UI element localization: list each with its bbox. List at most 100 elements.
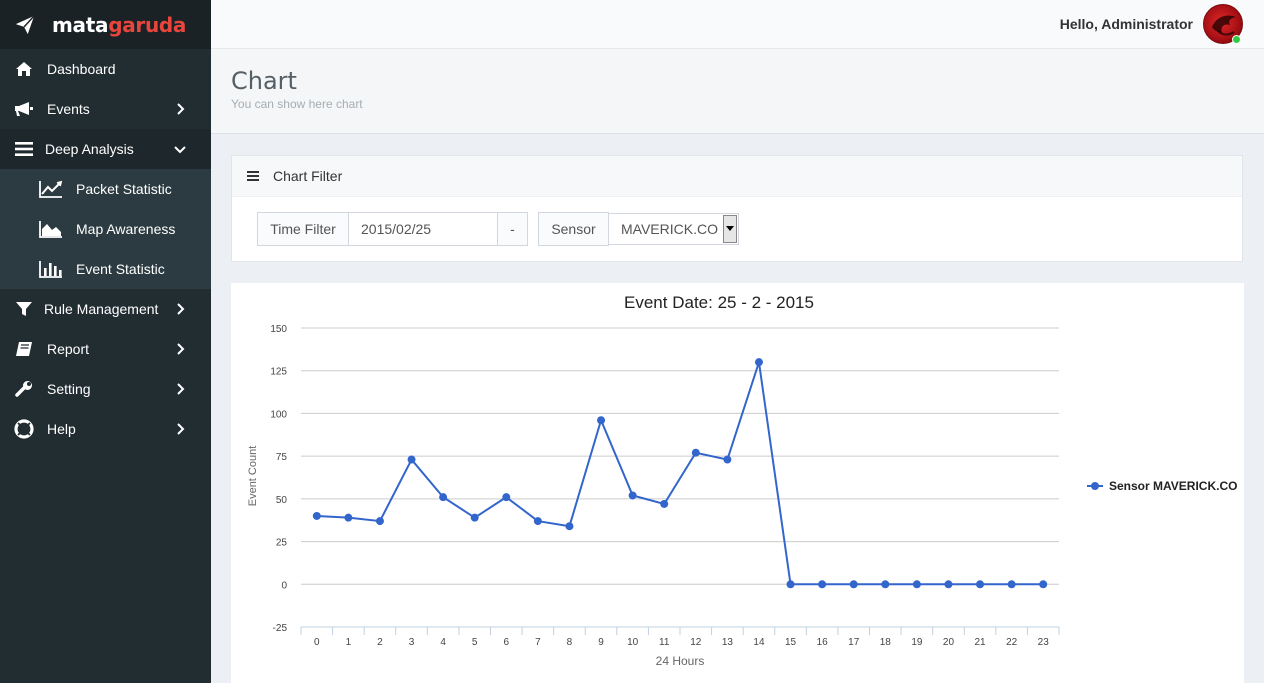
x-tick-label: 22 bbox=[1006, 637, 1018, 648]
chevron-right-icon bbox=[177, 103, 185, 115]
data-point[interactable] bbox=[976, 580, 985, 589]
chevron-right-icon bbox=[177, 303, 185, 315]
data-point[interactable] bbox=[849, 580, 858, 589]
data-point[interactable] bbox=[565, 522, 574, 531]
sensor-label: Sensor bbox=[538, 212, 609, 246]
x-tick-label: 8 bbox=[567, 637, 573, 648]
event-line-chart: Event Date: 25 - 2 - 2015 15012510075502… bbox=[247, 293, 1237, 668]
page-title: Chart bbox=[231, 67, 297, 95]
data-point[interactable] bbox=[660, 499, 669, 508]
sidebar-item-label: Dashboard bbox=[47, 61, 116, 77]
paper-plane-icon bbox=[15, 14, 35, 34]
time-filter-input[interactable]: 2015/02/25 bbox=[348, 212, 498, 246]
sidebar-item-report[interactable]: Report bbox=[0, 329, 211, 369]
time-filter-separator: - bbox=[497, 212, 528, 246]
series-line bbox=[316, 361, 1044, 586]
bars-icon bbox=[14, 139, 34, 159]
sensor-select[interactable]: MAVERICK.CO bbox=[608, 213, 739, 245]
dropdown-arrow-icon[interactable] bbox=[723, 215, 737, 243]
chevron-right-icon bbox=[177, 343, 185, 355]
filter-icon bbox=[14, 299, 34, 319]
x-tick-label: 17 bbox=[848, 637, 860, 648]
data-point[interactable] bbox=[407, 455, 416, 464]
content-header: Chart You can show here chart bbox=[211, 49, 1264, 134]
x-tick-label: 12 bbox=[690, 637, 702, 648]
x-tick-label: 7 bbox=[535, 637, 541, 648]
chart-filter-title: Chart Filter bbox=[273, 168, 343, 184]
legend-marker bbox=[1091, 482, 1099, 490]
data-point[interactable] bbox=[754, 358, 763, 367]
data-point[interactable] bbox=[597, 416, 606, 425]
brand-name-primary: mata bbox=[52, 12, 109, 37]
sidebar-item-label: Packet Statistic bbox=[76, 181, 172, 197]
line-chart-icon bbox=[39, 179, 63, 199]
life-ring-icon bbox=[14, 419, 34, 439]
data-point[interactable] bbox=[470, 513, 479, 522]
sidebar: matagaruda Dashboard Events Deep Analysi… bbox=[0, 0, 211, 683]
data-point[interactable] bbox=[375, 517, 384, 526]
y-axis-ticks: 150 125 100 75 50 25 0 -25 bbox=[270, 324, 287, 634]
data-point[interactable] bbox=[1039, 580, 1048, 589]
y-tick-label: 50 bbox=[276, 495, 288, 506]
area-chart-icon bbox=[39, 219, 63, 239]
x-tick-label: 18 bbox=[880, 637, 892, 648]
sidebar-item-dashboard[interactable]: Dashboard bbox=[0, 49, 211, 89]
legend-entry: Sensor MAVERICK.CO bbox=[1109, 479, 1237, 493]
sidebar-item-map-awareness[interactable]: Map Awareness bbox=[0, 209, 211, 249]
sidebar-item-event-statistic[interactable]: Event Statistic bbox=[0, 249, 211, 289]
chart-legend[interactable]: Sensor MAVERICK.CO bbox=[1087, 479, 1237, 493]
bar-chart-icon bbox=[39, 259, 63, 279]
x-tick-label: 4 bbox=[440, 637, 446, 648]
brand-name-accent: garuda bbox=[108, 12, 187, 37]
sidebar-item-rule-management[interactable]: Rule Management bbox=[0, 289, 211, 329]
sidebar-item-label: Events bbox=[47, 101, 90, 117]
x-tick-label: 23 bbox=[1038, 637, 1050, 648]
data-point[interactable] bbox=[723, 455, 732, 464]
x-tick-label: 20 bbox=[943, 637, 955, 648]
x-tick-label: 19 bbox=[911, 637, 923, 648]
sidebar-item-setting[interactable]: Setting bbox=[0, 369, 211, 409]
chart-filter-header: Chart Filter bbox=[232, 156, 1242, 197]
brand-name: matagaruda bbox=[52, 13, 186, 37]
y-axis-label: Event Count bbox=[247, 446, 259, 507]
x-axis-label: 24 Hours bbox=[656, 654, 705, 668]
y-tick-label: 150 bbox=[270, 324, 287, 335]
x-tick-label: 10 bbox=[627, 637, 639, 648]
data-point[interactable] bbox=[502, 493, 511, 502]
data-point[interactable] bbox=[912, 580, 921, 589]
y-tick-label: 125 bbox=[270, 367, 287, 378]
chart-series bbox=[312, 358, 1048, 589]
sidebar-item-label: Rule Management bbox=[44, 301, 159, 317]
brand-logo[interactable]: matagaruda bbox=[0, 0, 211, 49]
chevron-right-icon bbox=[177, 423, 185, 435]
data-point[interactable] bbox=[533, 517, 542, 526]
sidebar-item-help[interactable]: Help bbox=[0, 409, 211, 449]
sidebar-item-events[interactable]: Events bbox=[0, 89, 211, 129]
sidebar-item-deep-analysis[interactable]: Deep Analysis bbox=[0, 129, 211, 169]
sidebar-item-packet-statistic[interactable]: Packet Statistic bbox=[0, 169, 211, 209]
x-tick-label: 16 bbox=[817, 637, 829, 648]
x-axis-ticks: 0 1 2 3 4 5 6 7 8 9 10 11 12 13 14 15 16 17 18 19 20 21 22 23 bbox=[300, 626, 1060, 648]
data-point[interactable] bbox=[312, 511, 321, 520]
chevron-down-icon bbox=[174, 146, 186, 154]
data-point[interactable] bbox=[344, 513, 353, 522]
data-point[interactable] bbox=[786, 580, 795, 589]
sidebar-item-label: Setting bbox=[47, 381, 91, 397]
bars-icon bbox=[247, 171, 259, 181]
x-tick-label: 3 bbox=[409, 637, 415, 648]
chart-title: Event Date: 25 - 2 - 2015 bbox=[624, 293, 814, 312]
data-point[interactable] bbox=[439, 493, 448, 502]
data-point[interactable] bbox=[944, 580, 953, 589]
chart-panel: Event Date: 25 - 2 - 2015 150 125 100 75 50 2… bbox=[231, 283, 1244, 683]
data-point[interactable] bbox=[691, 448, 700, 457]
home-icon bbox=[14, 59, 34, 79]
user-greeting[interactable]: Hello, Administrator bbox=[1060, 16, 1193, 32]
data-point[interactable] bbox=[818, 580, 827, 589]
wrench-icon bbox=[14, 379, 34, 399]
sidebar-item-label: Deep Analysis bbox=[45, 141, 134, 157]
y-tick-label: 25 bbox=[276, 538, 288, 549]
x-tick-label: 5 bbox=[472, 637, 478, 648]
data-point[interactable] bbox=[1007, 580, 1016, 589]
data-point[interactable] bbox=[881, 580, 890, 589]
data-point[interactable] bbox=[628, 491, 637, 500]
